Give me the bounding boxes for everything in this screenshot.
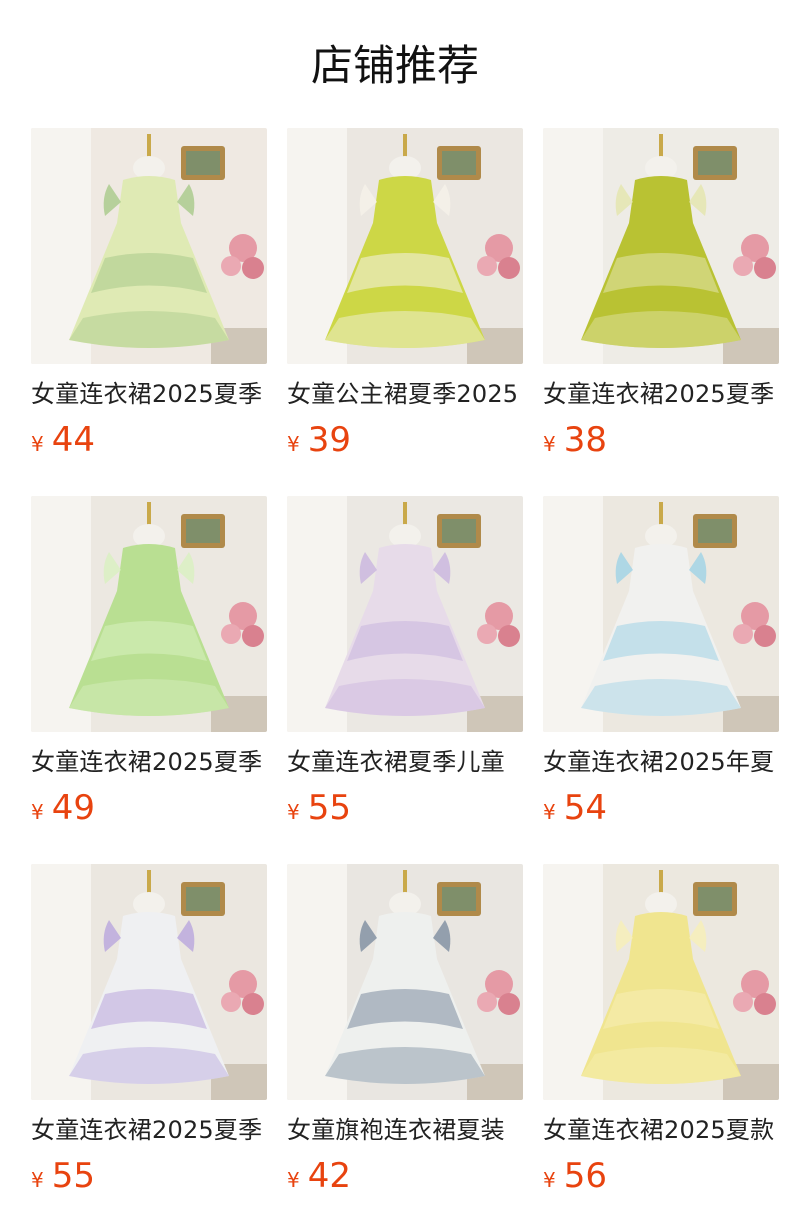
product-card[interactable]: 女童连衣裙夏季儿童 ¥55	[287, 496, 523, 864]
product-price: ¥38	[543, 420, 779, 460]
currency-symbol: ¥	[287, 432, 300, 456]
currency-symbol: ¥	[287, 1168, 300, 1192]
currency-symbol: ¥	[543, 800, 556, 824]
dress-icon	[287, 128, 523, 364]
currency-symbol: ¥	[31, 1168, 44, 1192]
product-image[interactable]	[543, 496, 779, 732]
product-image[interactable]	[31, 128, 267, 364]
currency-symbol: ¥	[31, 800, 44, 824]
product-image[interactable]	[543, 128, 779, 364]
dress-icon	[287, 496, 523, 732]
dress-icon	[543, 496, 779, 732]
dress-icon	[31, 128, 267, 364]
product-price: ¥55	[287, 788, 523, 828]
product-card[interactable]: 女童连衣裙2025夏季 ¥38	[543, 128, 779, 496]
currency-symbol: ¥	[543, 432, 556, 456]
currency-symbol: ¥	[287, 800, 300, 824]
dress-icon	[287, 864, 523, 1100]
product-image[interactable]	[31, 864, 267, 1100]
product-card[interactable]: 女童公主裙夏季2025 ¥39	[287, 128, 523, 496]
product-title[interactable]: 女童连衣裙2025夏季	[31, 1114, 267, 1146]
product-card[interactable]: 女童连衣裙2025夏款 ¥56	[543, 864, 779, 1232]
product-image[interactable]	[287, 128, 523, 364]
product-card[interactable]: 女童连衣裙2025夏季 ¥55	[31, 864, 267, 1232]
product-image[interactable]	[287, 496, 523, 732]
product-price: ¥49	[31, 788, 267, 828]
dress-icon	[543, 128, 779, 364]
product-price: ¥55	[31, 1156, 267, 1196]
dress-icon	[31, 864, 267, 1100]
price-amount: 42	[307, 1156, 351, 1196]
price-amount: 54	[563, 788, 607, 828]
product-title[interactable]: 女童公主裙夏季2025	[287, 378, 523, 410]
price-amount: 56	[563, 1156, 607, 1196]
price-amount: 55	[307, 788, 351, 828]
price-amount: 39	[307, 420, 351, 460]
product-title[interactable]: 女童连衣裙2025夏季	[543, 378, 779, 410]
currency-symbol: ¥	[543, 1168, 556, 1192]
product-card[interactable]: 女童连衣裙2025夏季 ¥49	[31, 496, 267, 864]
currency-symbol: ¥	[31, 432, 44, 456]
price-amount: 44	[51, 420, 95, 460]
product-grid: 女童连衣裙2025夏季 ¥44 女童公主裙夏季2025 ¥39 女童连衣裙202…	[31, 128, 779, 1232]
product-card[interactable]: 女童连衣裙2025年夏 ¥54	[543, 496, 779, 864]
product-title[interactable]: 女童连衣裙夏季儿童	[287, 746, 523, 778]
product-price: ¥39	[287, 420, 523, 460]
product-title[interactable]: 女童旗袍连衣裙夏装	[287, 1114, 523, 1146]
dress-icon	[543, 864, 779, 1100]
product-image[interactable]	[31, 496, 267, 732]
page-title: 店铺推荐	[310, 41, 479, 90]
product-title[interactable]: 女童连衣裙2025年夏	[543, 746, 779, 778]
price-amount: 55	[51, 1156, 95, 1196]
product-title[interactable]: 女童连衣裙2025夏季	[31, 746, 267, 778]
product-image[interactable]	[543, 864, 779, 1100]
product-card[interactable]: 女童旗袍连衣裙夏装 ¥42	[287, 864, 523, 1232]
dress-icon	[31, 496, 267, 732]
product-price: ¥56	[543, 1156, 779, 1196]
price-amount: 38	[563, 420, 607, 460]
product-price: ¥54	[543, 788, 779, 828]
product-price: ¥42	[287, 1156, 523, 1196]
product-price: ¥44	[31, 420, 267, 460]
product-card[interactable]: 女童连衣裙2025夏季 ¥44	[31, 128, 267, 496]
product-title[interactable]: 女童连衣裙2025夏季	[31, 378, 267, 410]
product-image[interactable]	[287, 864, 523, 1100]
product-title[interactable]: 女童连衣裙2025夏款	[543, 1114, 779, 1146]
price-amount: 49	[51, 788, 95, 828]
